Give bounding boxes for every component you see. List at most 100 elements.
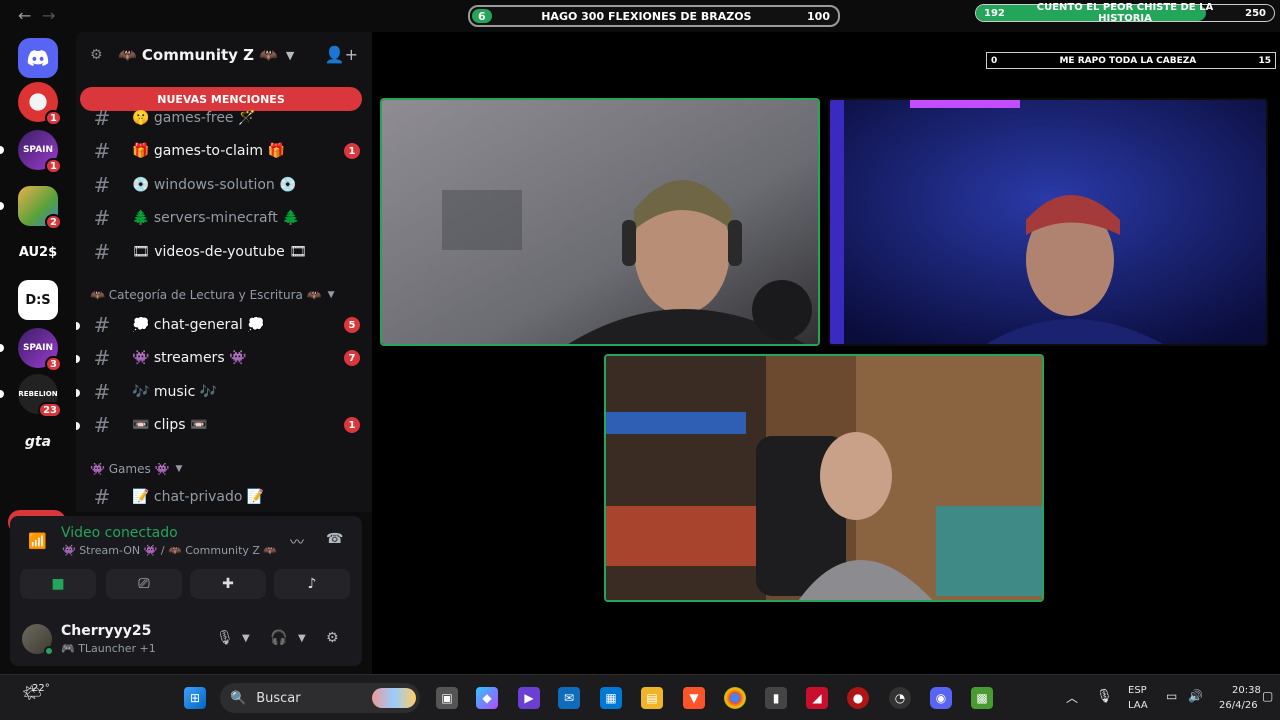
server-red-avatar[interactable]: 1 bbox=[18, 82, 62, 126]
language-indicator[interactable]: ESP bbox=[1128, 685, 1147, 696]
voice-channel-path[interactable]: 👾 Stream-ON 👾 / 🦇 Community Z 🦇 bbox=[62, 544, 277, 557]
server-gta[interactable]: gta bbox=[18, 422, 58, 462]
channel-streamers[interactable]: # 👾 streamers 👾 7 bbox=[76, 343, 366, 373]
network-icon[interactable]: ▭ bbox=[1166, 689, 1177, 703]
usb-icon[interactable]: ▮ bbox=[765, 687, 787, 709]
goal-title: ME RAPO TODA LA CABEZA bbox=[1059, 55, 1197, 66]
goal-title: HAGO 300 FLEXIONES DE BRAZOS bbox=[541, 9, 752, 23]
volume-icon[interactable]: 🔊 bbox=[1188, 689, 1203, 703]
channel-windows-solution[interactable]: # 💿 windows-solution 💿 bbox=[86, 170, 366, 200]
unread-badge: 1 bbox=[45, 158, 62, 174]
keyboard-layout[interactable]: LAA bbox=[1128, 700, 1148, 711]
microphone-icon[interactable]: 🎙 bbox=[216, 630, 234, 646]
channel-label: 🎞 videos-de-youtube 🎞 bbox=[132, 244, 307, 260]
hash-icon: # bbox=[93, 313, 111, 337]
outlook-icon[interactable]: ✉ bbox=[558, 687, 580, 709]
noise-suppression-icon[interactable]: 〰 bbox=[290, 532, 304, 552]
channel-sidebar: ⚙ 🦇 Community Z 🦇 ▼ 👤+ NUEVAS MENCIONES … bbox=[76, 32, 372, 512]
username[interactable]: Cherryyy25 bbox=[61, 623, 151, 639]
unread-badge: 1 bbox=[45, 110, 62, 126]
video-tile-2[interactable] bbox=[828, 98, 1268, 346]
taskbar-search[interactable]: 🔍 Buscar bbox=[220, 683, 420, 713]
channel-clips[interactable]: # 📼 clips 📼 1 bbox=[76, 410, 366, 440]
back-arrow-icon[interactable]: ← bbox=[18, 6, 31, 25]
invite-people-icon[interactable]: 👤+ bbox=[325, 45, 358, 64]
server-au[interactable]: AU2$ bbox=[18, 232, 58, 272]
channel-label: 🎁 games-to-claim 🎁 bbox=[132, 143, 285, 159]
chevron-down-icon[interactable]: ▼ bbox=[298, 633, 306, 644]
channel-games-to-claim[interactable]: # 🎁 games-to-claim 🎁 1 bbox=[86, 136, 366, 166]
speedometer-icon[interactable]: ◔ bbox=[889, 687, 911, 709]
channel-chat-general[interactable]: # 💭 chat-general 💭 5 bbox=[76, 310, 366, 340]
chevron-down-icon[interactable]: ▼ bbox=[242, 633, 250, 644]
goal-current: 192 bbox=[984, 7, 1005, 19]
server-ds[interactable]: D:S bbox=[18, 280, 58, 320]
voice-connection-panel: 📶 Video conectado 👾 Stream-ON 👾 / 🦇 Comm… bbox=[10, 516, 362, 610]
channel-label: 📝 chat-privado 📝 bbox=[132, 489, 265, 505]
chevron-down-icon: ▼ bbox=[175, 464, 183, 474]
clock-date[interactable]: 26/4/26 bbox=[1219, 700, 1258, 711]
minecraft-launcher-icon[interactable]: ▩ bbox=[971, 687, 993, 709]
category-lectura[interactable]: 🦇 Categoría de Lectura y Escritura 🦇 ▼ bbox=[90, 288, 335, 302]
activities-icon: ✚ bbox=[222, 576, 234, 592]
category-games[interactable]: 👾 Games 👾 ▼ bbox=[90, 462, 182, 476]
goal-target: 250 bbox=[1245, 7, 1266, 19]
soundboard-button[interactable]: ♪ bbox=[274, 569, 350, 599]
server-spain[interactable]: SPAIN 1 bbox=[18, 130, 62, 174]
category-label: 🦇 Categoría de Lectura y Escritura 🦇 bbox=[90, 288, 322, 302]
unread-pill bbox=[0, 146, 4, 154]
chevron-up-icon[interactable]: ︿ bbox=[1066, 689, 1078, 706]
server-spain-2[interactable]: SPAIN 3 bbox=[18, 328, 62, 372]
channel-videos-de-youtube[interactable]: # 🎞 videos-de-youtube 🎞 bbox=[86, 237, 366, 267]
camera-icon: ■ bbox=[51, 576, 65, 592]
activities-button[interactable]: ✚ bbox=[190, 569, 266, 599]
antivirus-icon[interactable]: ● bbox=[847, 687, 869, 709]
video-tile-1[interactable] bbox=[380, 98, 820, 346]
discord-taskbar-icon[interactable]: ◉ bbox=[930, 687, 952, 709]
unread-pill bbox=[76, 355, 80, 363]
server-label: SPAIN bbox=[22, 343, 54, 353]
channel-chat-privado[interactable]: # 📝 chat-privado 📝 bbox=[86, 482, 366, 512]
channel-music[interactable]: # 🎶 music 🎶 bbox=[76, 377, 366, 407]
channel-games-free[interactable]: # 🤫 games-free 🪄 bbox=[86, 103, 366, 133]
server-header[interactable]: ⚙ 🦇 Community Z 🦇 ▼ 👤+ bbox=[76, 32, 372, 78]
camera-button[interactable]: ■ bbox=[20, 569, 96, 599]
chrome-icon[interactable] bbox=[724, 687, 746, 709]
unread-pill bbox=[76, 422, 80, 430]
store-icon[interactable]: ▦ bbox=[600, 687, 622, 709]
mention-count: 1 bbox=[344, 143, 360, 159]
goal-target: 100 bbox=[807, 9, 830, 23]
signal-icon[interactable]: 📶 bbox=[28, 532, 47, 550]
unread-badge: 2 bbox=[45, 214, 62, 230]
clock-time[interactable]: 20:38 bbox=[1232, 685, 1261, 696]
discord-home-icon[interactable] bbox=[18, 38, 58, 78]
category-label: 👾 Games 👾 bbox=[90, 462, 170, 476]
headphones-icon[interactable]: 🎧 bbox=[270, 630, 287, 646]
disconnect-icon[interactable]: ☎ bbox=[326, 531, 343, 547]
settings-gear-icon[interactable]: ⚙ bbox=[326, 630, 339, 646]
server-label: AU2$ bbox=[18, 244, 58, 260]
copilot-icon[interactable]: ◆ bbox=[476, 687, 498, 709]
video-feed-2 bbox=[830, 100, 1266, 344]
microphone-tray-icon[interactable]: 🎙 bbox=[1096, 689, 1113, 704]
video-tile-3[interactable] bbox=[604, 354, 1044, 602]
video-stage bbox=[372, 32, 1280, 674]
chevron-down-icon: ▼ bbox=[327, 290, 335, 300]
task-view-icon[interactable]: ▣ bbox=[436, 687, 458, 709]
voice-status-title[interactable]: Video conectado bbox=[61, 525, 178, 541]
notifications-icon[interactable]: ▢ bbox=[1262, 689, 1273, 703]
forward-arrow-icon[interactable]: → bbox=[42, 6, 55, 25]
hash-icon: # bbox=[93, 173, 111, 197]
avatar[interactable] bbox=[22, 624, 54, 656]
server-rebel[interactable]: REBELION 23 bbox=[18, 374, 62, 418]
channel-servers-minecraft[interactable]: # 🌲 servers-minecraft 🌲 bbox=[86, 203, 366, 233]
screen-share-icon: ⎚ bbox=[138, 576, 150, 592]
screen-share-button[interactable]: ⎚ bbox=[106, 569, 182, 599]
channel-label: 👾 streamers 👾 bbox=[132, 350, 247, 366]
video-editor-icon[interactable]: ▶ bbox=[518, 687, 540, 709]
amd-icon[interactable]: ◢ bbox=[806, 687, 828, 709]
server-game-art[interactable]: 2 bbox=[18, 186, 62, 230]
brave-icon[interactable]: ▼ bbox=[683, 687, 705, 709]
file-explorer-icon[interactable]: ▤ bbox=[641, 687, 663, 709]
windows-start-icon[interactable]: ⊞ bbox=[184, 687, 206, 709]
